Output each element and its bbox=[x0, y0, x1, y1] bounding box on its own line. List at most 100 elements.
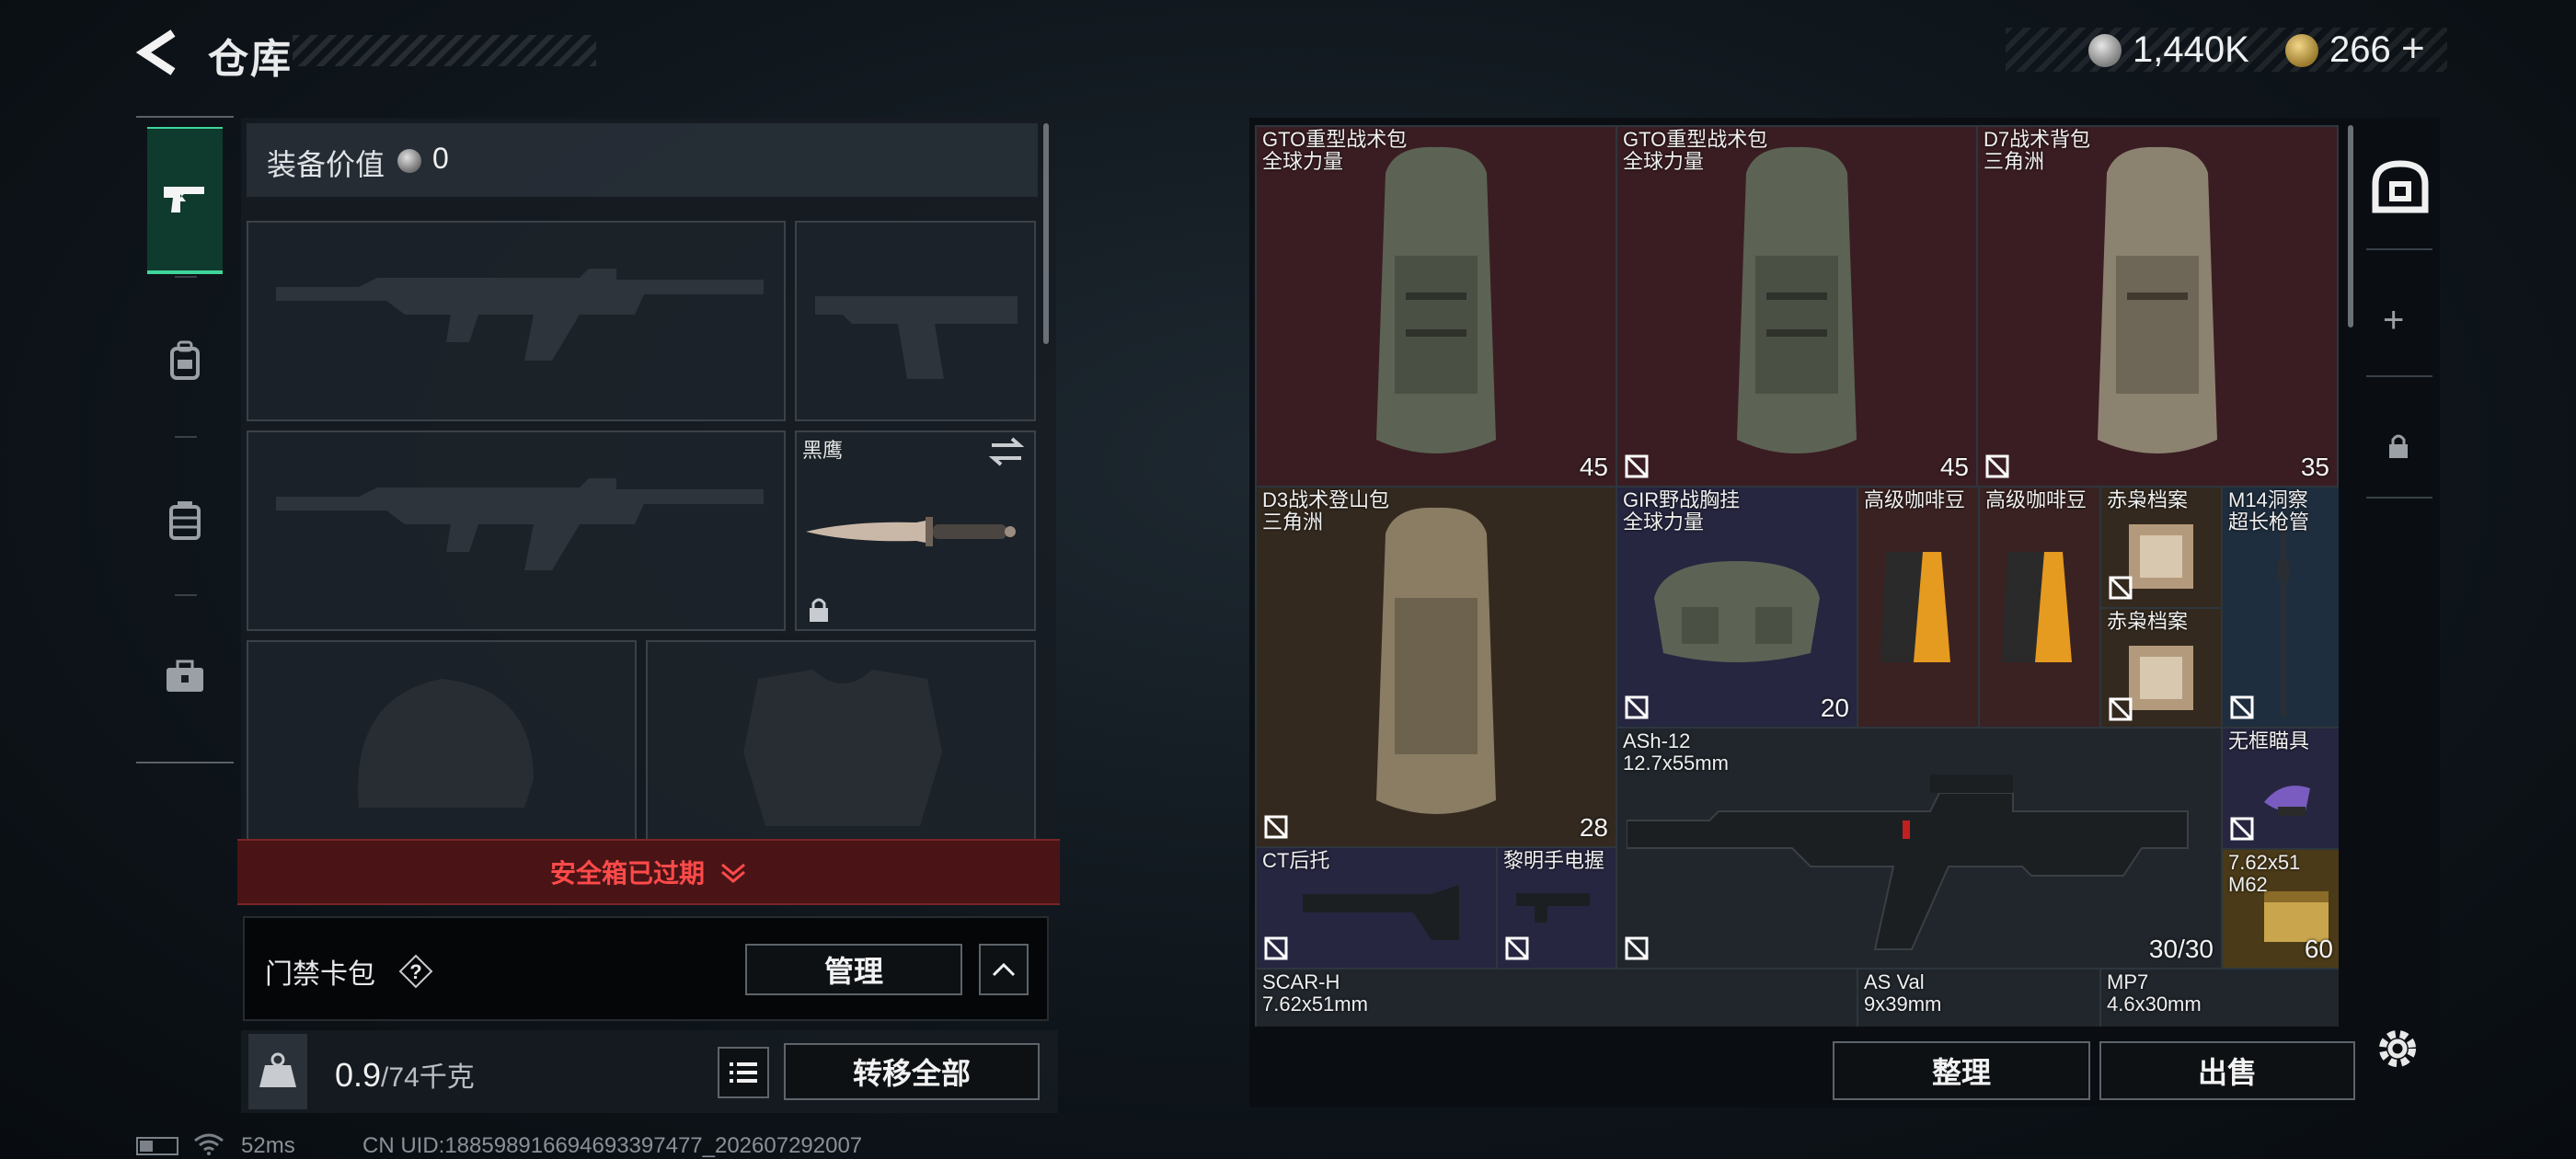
item-subtitle: 全球力量 bbox=[1623, 150, 1705, 173]
item-name: GIR野战胸挂 bbox=[1623, 488, 1741, 511]
stash-item-ammo[interactable]: 7.62x51 M62 60 bbox=[2221, 848, 2339, 970]
keycard-pack-label: 门禁卡包 bbox=[265, 959, 375, 990]
stash-item-scope[interactable]: 无框瞄具 bbox=[2221, 727, 2339, 850]
helmet-slot[interactable] bbox=[247, 640, 637, 841]
list-icon bbox=[730, 1062, 757, 1083]
equipment-scrollbar[interactable] bbox=[1043, 123, 1049, 344]
wifi-icon bbox=[194, 1133, 224, 1155]
stash-item-barrel[interactable]: M14洞察 超长枪管 bbox=[2221, 486, 2339, 729]
stash-item-stock[interactable]: CT后托 bbox=[1255, 846, 1498, 970]
add-stash-button[interactable]: + bbox=[2383, 300, 2404, 341]
item-name: 赤枭档案 bbox=[2107, 488, 2189, 511]
side-separator bbox=[2366, 497, 2432, 499]
safe-icon[interactable] bbox=[2368, 156, 2432, 221]
help-icon[interactable]: ? bbox=[396, 951, 436, 992]
armor-silhouette-icon bbox=[743, 670, 942, 826]
stash-item-archive[interactable]: 赤枭档案 bbox=[2099, 607, 2223, 730]
no-insure-icon bbox=[2230, 695, 2254, 719]
item-quantity: 60 bbox=[2304, 935, 2333, 963]
stash-item-backpack[interactable]: GTO重型战术包 全球力量 45 bbox=[1255, 125, 1617, 488]
item-name: 黎明手电握 bbox=[1503, 849, 1605, 872]
armor-slot[interactable] bbox=[646, 640, 1036, 841]
bag-icon bbox=[170, 340, 200, 380]
item-ammo: 30/30 bbox=[2148, 935, 2214, 963]
uid-display: CN UID:1885989166946933974​77_2026072920… bbox=[362, 1133, 863, 1158]
add-currency-button[interactable]: + bbox=[2401, 26, 2425, 72]
pistol-icon bbox=[164, 187, 204, 212]
safe-box-expired-bar[interactable]: 安全箱已过期 bbox=[237, 839, 1060, 905]
item-name: 高级咖啡豆 bbox=[1985, 488, 2087, 511]
tab-toolbox[interactable] bbox=[147, 603, 223, 751]
tab-weapons[interactable] bbox=[147, 127, 223, 274]
item-subtitle: 4.6x30mm bbox=[2107, 993, 2202, 1016]
weight-max: /74千克 bbox=[381, 1062, 475, 1093]
item-name: 高级咖啡豆 bbox=[1864, 488, 1966, 511]
coffee-bag-image bbox=[2002, 552, 2072, 662]
no-insure-icon bbox=[1264, 936, 1288, 960]
item-name: AS Val bbox=[1864, 970, 1925, 993]
item-name: M14洞察 bbox=[2228, 488, 2308, 511]
stash-item-smg[interactable]: MP7 4.6x30mm bbox=[2099, 968, 2339, 1027]
safe-box-status: 安全箱已过期 bbox=[549, 859, 705, 888]
vest-icon bbox=[169, 501, 201, 540]
coffee-bag-image bbox=[1880, 552, 1950, 662]
stash-item-rifle[interactable]: SCAR-H 7.62x51mm bbox=[1255, 968, 1858, 1027]
list-view-button[interactable] bbox=[718, 1047, 769, 1098]
item-subtitle: 超长枪管 bbox=[2228, 511, 2310, 534]
backpack-image bbox=[2098, 146, 2217, 453]
weight-icon-box bbox=[248, 1034, 307, 1109]
back-arrow-icon[interactable] bbox=[136, 28, 178, 77]
tab-separator bbox=[175, 276, 197, 278]
item-subtitle: 全球力量 bbox=[1623, 511, 1705, 534]
transfer-all-button[interactable]: 转移全部 bbox=[784, 1043, 1040, 1100]
tab-bags[interactable] bbox=[147, 287, 223, 434]
item-name: D3战术登山包 bbox=[1262, 488, 1390, 511]
title-stripe bbox=[293, 35, 596, 66]
rifle-silhouette-icon bbox=[276, 269, 764, 361]
weight-display: 0.9/74千克 bbox=[335, 1054, 475, 1095]
sell-button[interactable]: 出售 bbox=[2099, 1041, 2355, 1100]
silver-amount: 1,440K bbox=[2133, 29, 2249, 70]
equipment-value: 0 bbox=[432, 142, 449, 175]
backpack-image bbox=[1376, 146, 1496, 453]
settings-icon[interactable] bbox=[2372, 1023, 2423, 1074]
weight-icon bbox=[259, 1052, 296, 1087]
grip-image bbox=[1516, 893, 1590, 923]
pistol-silhouette-icon bbox=[815, 296, 1018, 379]
primary-weapon-slot[interactable] bbox=[247, 221, 786, 421]
pistol-slot[interactable] bbox=[795, 221, 1036, 421]
item-name: D7战术背包 bbox=[1984, 128, 2091, 151]
stash-item-coffee[interactable]: 高级咖啡豆 bbox=[1978, 486, 2101, 729]
chest-rig-image bbox=[1654, 561, 1820, 662]
item-capacity: 35 bbox=[2300, 453, 2329, 481]
manage-button[interactable]: 管理 bbox=[745, 944, 962, 995]
stash-item-coffee[interactable]: 高级咖啡豆 bbox=[1857, 486, 1980, 729]
stash-item-backpack[interactable]: GTO重型战术包 全球力量 45 bbox=[1616, 125, 1978, 488]
stash-item-rifle[interactable]: ASh-12 12.7x55mm 30/30 bbox=[1616, 727, 2223, 970]
no-insure-icon bbox=[1264, 815, 1288, 839]
stash-item-grip[interactable]: 黎明手电握 bbox=[1496, 846, 1617, 970]
item-subtitle: 12.7x55mm bbox=[1623, 752, 1729, 775]
swap-icon[interactable] bbox=[988, 436, 1025, 467]
stash-item-archive[interactable]: 赤枭档案 bbox=[2099, 486, 2223, 609]
stock-image bbox=[1303, 885, 1459, 940]
no-insure-icon bbox=[2109, 576, 2133, 600]
collapse-button[interactable] bbox=[979, 944, 1029, 995]
no-insure-icon bbox=[1625, 454, 1649, 478]
tab-vests[interactable] bbox=[147, 447, 223, 594]
stash-item-chest-rig[interactable]: GIR野战胸挂 全球力量 20 bbox=[1616, 486, 1858, 729]
item-name: ASh-12 bbox=[1623, 729, 1691, 752]
item-name: 赤枭档案 bbox=[2107, 610, 2189, 633]
scope-image bbox=[2264, 786, 2310, 816]
item-subtitle: 全球力量 bbox=[1262, 150, 1344, 173]
stash-scrollbar[interactable] bbox=[2348, 125, 2353, 327]
sort-button[interactable]: 整理 bbox=[1833, 1041, 2090, 1100]
stash-item-backpack[interactable]: D3战术登山包 三角洲 28 bbox=[1255, 486, 1617, 848]
item-subtitle: 9x39mm bbox=[1864, 993, 1942, 1016]
secondary-weapon-slot[interactable] bbox=[247, 430, 786, 631]
stash-item-rifle[interactable]: AS Val 9x39mm bbox=[1857, 968, 2101, 1027]
lock-icon[interactable] bbox=[2386, 432, 2410, 460]
stash-item-backpack[interactable]: D7战术背包 三角洲 35 bbox=[1976, 125, 2339, 488]
no-insure-icon bbox=[1985, 454, 2009, 478]
no-insure-icon bbox=[1625, 936, 1649, 960]
